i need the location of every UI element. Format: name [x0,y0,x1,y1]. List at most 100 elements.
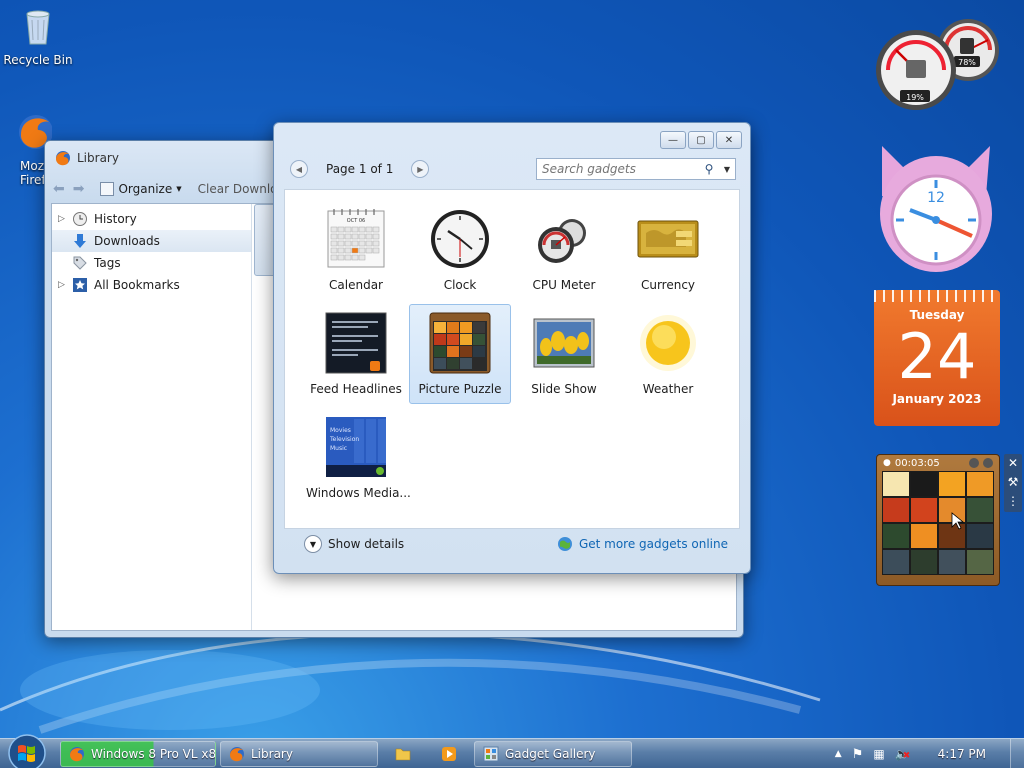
show-details-toggle[interactable]: ▼ Show details [304,535,404,553]
previous-page-button[interactable]: ◀ [290,160,308,178]
gadget-windows-media[interactable]: Movies Television Music Windows Media... [305,408,411,508]
clock-gadget[interactable]: 12 [874,140,998,276]
volume-muted-icon[interactable]: 🔈 ✖ [895,747,911,761]
picture-icon[interactable] [983,458,993,468]
task-label: Gadget Gallery [505,747,596,761]
search-dropdown-icon[interactable]: ▼ [719,165,735,174]
nav-item-history[interactable]: ▷ History [52,208,251,230]
gadget-calendar[interactable]: OCT 06 Calendar [305,200,407,300]
restore-icon: ▢ [696,134,706,146]
nav-item-tags[interactable]: Tags [52,252,251,274]
network-icon[interactable]: ▦ [873,747,884,761]
weather-sun-icon [640,315,696,371]
clear-downloads-button[interactable]: Clear Downlo [198,182,278,196]
taskbar-item-library[interactable]: Library [220,741,378,767]
picture-puzzle-icon [429,312,491,374]
task-label: Library [251,747,293,761]
close-button[interactable]: ✕ [716,131,742,149]
recycle-bin-icon [26,10,50,45]
cpu-meter-gadget[interactable]: 78% 19% [872,16,1002,112]
expand-arrow-icon[interactable]: ▷ [58,280,66,290]
pager: ◀ Page 1 of 1 ▶ [290,157,430,181]
timer-icon: ● [883,458,891,468]
calendar-gadget[interactable]: Tuesday 24 January 2023 [874,290,1000,426]
gadget-currency[interactable]: Currency [617,200,719,300]
show-desktop-button[interactable] [1010,739,1024,768]
gadget-label: Feed Headlines [310,382,402,396]
taskbar-item-gadget-gallery[interactable]: Gadget Gallery [474,741,632,767]
gadget-label: Windows Media... [306,486,411,500]
next-page-button[interactable]: ▶ [411,160,430,178]
nav-label: All Bookmarks [94,278,180,292]
calendar-icon: OCT 06 [327,209,385,268]
cpu-meter-icon [538,219,586,263]
taskbar: Windows 8 Pro VL x8... Library Gadget Ga… [0,734,1024,768]
library-nav: ▷ History Downloads Tags ▷ All Bookmarks [52,204,252,630]
window-controls: — ▢ ✕ [660,131,742,149]
gadget-weather[interactable]: Weather [617,304,719,404]
media-thumb-line: Movies [330,427,351,434]
taskbar-item-explorer[interactable] [386,741,420,767]
gadget-slide-show[interactable]: Slide Show [513,304,615,404]
gadget-label: Clock [443,278,477,292]
wrench-icon[interactable]: ⚒ [1004,473,1022,492]
gadget-controls: ✕ ⚒ ⋮ [1004,454,1022,512]
get-more-label: Get more gadgets online [578,537,728,551]
gadget-clock[interactable]: Clock [409,200,511,300]
help-icon[interactable] [969,458,979,468]
nav-label: Tags [94,256,121,270]
gadget-picture-puzzle[interactable]: Picture Puzzle [409,304,511,404]
recycle-bin-label: Recycle Bin [3,53,73,67]
nav-item-all-bookmarks[interactable]: ▷ All Bookmarks [52,274,251,296]
firefox-icon [56,151,70,166]
drag-grip-icon[interactable]: ⋮ [1004,492,1022,511]
media-thumb-line: Television [329,436,359,443]
gadget-grid: OCT 06 Calendar Clock CPU Meter Currency… [284,189,740,529]
search-icon[interactable]: ⚲ [699,162,719,176]
search-box[interactable]: ⚲ ▼ [536,158,736,180]
organize-label: Organize [118,182,173,196]
gadget-label: Weather [642,382,694,396]
taskbar-item-media-player[interactable] [432,741,466,767]
picture-puzzle-gadget[interactable]: ● 00:03:05 [876,454,1000,586]
taskbar-item-firefox-download[interactable]: Windows 8 Pro VL x8... [60,741,216,767]
firefox-icon [70,747,84,762]
close-icon: ✕ [724,134,734,146]
gadget-gallery-window[interactable]: — ▢ ✕ ◀ Page 1 of 1 ▶ ⚲ ▼ OCT 06 [273,122,751,574]
search-input[interactable] [542,162,699,176]
action-center-flag-icon[interactable]: ⚑ [852,747,864,762]
nav-label: Downloads [94,234,160,248]
back-arrow-icon[interactable]: ⬅ [53,181,65,197]
restore-button[interactable]: ▢ [688,131,714,149]
recycle-bin-desktop-icon[interactable]: Recycle Bin [0,6,76,67]
firefox-icon [230,747,244,762]
taskbar-clock[interactable]: 4:17 PM [938,747,986,761]
minimize-button[interactable]: — [660,131,686,149]
clock-icon [431,210,489,268]
nav-item-downloads[interactable]: Downloads [52,230,251,252]
minimize-icon: — [668,134,678,146]
show-hidden-icons-icon[interactable]: ▲ [835,749,842,759]
chevron-down-icon: ▼ [304,535,322,553]
calendar-day: 24 [897,320,977,393]
bookmark-star-icon [73,278,87,292]
get-more-gadgets-link[interactable]: Get more gadgets online [557,536,728,552]
start-button[interactable] [6,733,48,768]
expand-arrow-icon[interactable]: ▷ [58,214,66,224]
memory-percent: 78% [958,58,976,67]
gadget-cpu-meter[interactable]: CPU Meter [513,200,615,300]
download-arrow-icon [74,234,86,248]
organize-button[interactable]: Organize ▼ [100,182,182,196]
puzzle-header: ● 00:03:05 [877,455,999,471]
svg-text:12: 12 [927,190,945,206]
forward-arrow-icon[interactable]: ➡ [73,181,85,197]
cpu-percent: 19% [906,93,924,102]
gadget-label: Picture Puzzle [418,382,502,396]
chevron-right-icon: ▶ [417,164,424,174]
gadget-gallery-icon [483,746,499,762]
puzzle-board[interactable] [882,471,994,575]
task-label: Windows 8 Pro VL x8... [91,747,216,761]
close-icon[interactable]: ✕ [1004,454,1022,473]
gadget-feed-headlines[interactable]: Feed Headlines [305,304,407,404]
clock-icon [73,212,87,226]
